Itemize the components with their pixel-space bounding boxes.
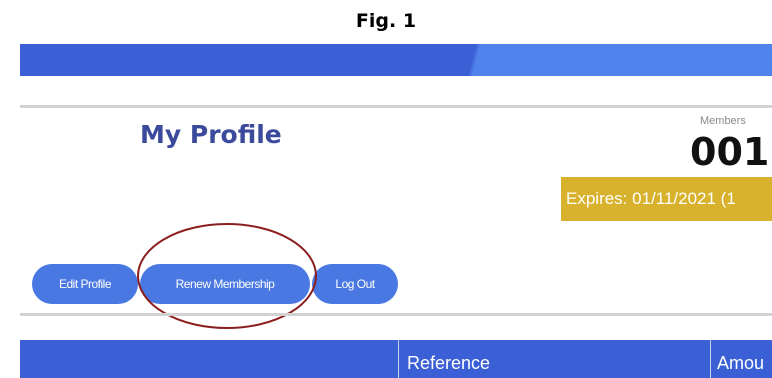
column-header-blank — [20, 340, 398, 378]
log-out-button[interactable]: Log Out — [312, 264, 398, 304]
edit-profile-button[interactable]: Edit Profile — [32, 264, 138, 304]
table-header: Reference Amou — [20, 340, 772, 378]
page-title: My Profile — [140, 120, 282, 149]
column-header-amount: Amou — [710, 340, 772, 378]
expiry-badge: Expires: 01/11/2021 (1 — [561, 177, 772, 221]
membership-number: 001 — [690, 130, 770, 174]
figure-label: Fig. 1 — [355, 10, 417, 32]
top-banner — [20, 44, 772, 76]
divider-top — [20, 105, 772, 108]
column-header-reference: Reference — [398, 340, 710, 378]
divider-bottom — [20, 313, 772, 316]
membership-label: Members — [700, 115, 746, 127]
